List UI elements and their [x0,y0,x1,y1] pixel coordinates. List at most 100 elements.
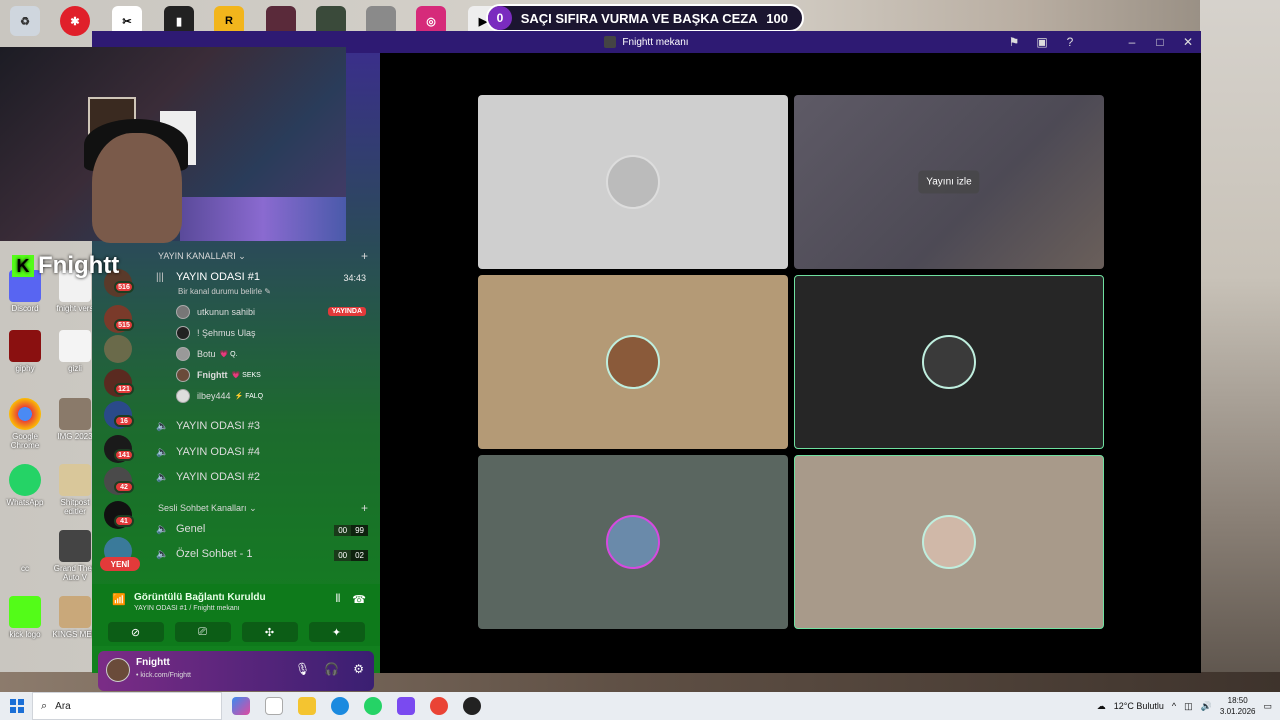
avatar [176,389,190,403]
chrome-desktop-icon[interactable]: Google Chrome [0,398,50,450]
screen-icon[interactable]: ▣ [1035,35,1049,49]
channel-status[interactable]: Bir kanal durumu belirle ✎ [178,287,271,296]
screen-share-button[interactable]: ⎚ [174,622,231,642]
member-item[interactable]: Botu 💗 Q. [176,347,238,361]
voice-count-a: 00 [334,525,352,536]
face [92,133,182,243]
video-tile-stream[interactable]: Yayını izle [794,95,1104,269]
member-name: Botu [197,349,216,359]
user-controls: 🎙 🎧 ⚙ [295,662,364,676]
flag-icon[interactable]: ⚑ [1007,35,1021,49]
obs-icon[interactable] [463,697,481,715]
clock-time: 18:50 [1227,696,1248,705]
add-channel-icon[interactable]: + [361,249,368,263]
category-stream-label: YAYIN KANALLARI [158,251,236,261]
channel-name: YAYIN ODASI #2 [176,471,260,483]
maximize-icon[interactable]: □ [1153,35,1167,49]
category-stream[interactable]: YAYIN KANALLARI ⌄ [158,251,246,262]
clock[interactable]: 18:50 3.01.2026 [1220,695,1256,717]
whatsapp-desktop-icon[interactable]: WhatsApp [0,464,50,507]
speaker-icon: 🔈 [156,548,169,560]
channel-item[interactable]: 🔈 YAYIN ODASI #2 [156,471,260,483]
banner-text: SAÇI SIFIRA VURMA VE BAŞKA CEZA [520,10,758,26]
speaker-icon: 🔈 [156,446,169,458]
server-avatar[interactable] [104,335,132,363]
window-title: Fnightt mekanı [622,36,689,48]
titlebar-controls: ⚑ ▣ ? – □ ✕ [1007,31,1195,53]
edge-icon[interactable] [331,697,349,715]
channel-timer: 34:43 [343,273,366,283]
gear-icon[interactable]: ⚙ [353,662,364,676]
kick-overlay-label: K Fnightt [12,252,119,280]
avatar [176,305,190,319]
network-icon[interactable]: ◫ [1184,701,1193,712]
voice-connection-panel: 📶 Görüntülü Bağlantı Kuruldu YAYIN ODASI… [92,584,380,646]
speaker-icon: 🔈 [156,471,169,483]
avatar [606,515,660,569]
weather-icon[interactable]: ☁ [1097,701,1106,712]
cc-desktop-icon[interactable]: cc [0,530,50,573]
speaker-icon: 🔈 [156,420,169,432]
copilot-icon[interactable] [232,697,250,715]
video-tile[interactable] [478,275,788,449]
category-voice[interactable]: Sesli Sohbet Kanalları ⌄ [158,503,257,514]
new-badge[interactable]: YENİ [100,557,140,571]
microphone-icon[interactable]: 🎙 [295,662,310,676]
folder-icon[interactable] [298,697,316,715]
video-tile[interactable] [478,95,788,269]
kick-desktop-icon[interactable]: kick logo [0,596,50,639]
volume-icon[interactable]: 🔊 [1201,701,1212,712]
server-badge: 516 [114,281,134,293]
notification-icon[interactable]: ▭ [1263,701,1272,712]
member-item[interactable]: utkunun sahibi [176,305,255,319]
weather-text[interactable]: 12°C Bulutlu [1114,701,1164,711]
signal-icon[interactable]: 📶 [112,593,126,606]
voice-count: 00 02 [334,550,368,561]
banner-left-value: 0 [488,6,512,30]
voice-status-subtitle[interactable]: YAYIN ODASI #1 / Fnightt mekanı [134,605,240,612]
member-item[interactable]: ilbey444 ⚡ FALQ [176,389,263,403]
video-tile[interactable] [478,455,788,629]
noise-suppression-icon[interactable]: ⫴ [336,593,341,606]
member-item[interactable]: Fnightt 💗 SEKS [176,368,261,382]
whatsapp-icon[interactable] [364,697,382,715]
headphones-icon[interactable]: 🎧 [324,662,339,676]
channel-active[interactable]: ||| YAYIN ODASI #1 [156,271,260,283]
voice-channel-item[interactable]: 🔈 Genel [156,523,205,535]
avatar[interactable] [106,658,130,682]
server-badge: 121 [114,383,134,395]
video-tile-speaking[interactable] [794,275,1104,449]
activities-button[interactable]: ✣ [241,622,298,642]
voice-count: 00 99 [334,525,368,536]
app-icon[interactable]: ✱ [60,6,90,36]
chrome-icon[interactable] [430,697,448,715]
category-voice-label: Sesli Sohbet Kanalları [158,503,247,513]
recycle-bin-icon[interactable]: ♻ [10,6,40,36]
store-icon[interactable] [265,697,283,715]
giphy-desktop-icon[interactable]: giphy [0,330,50,373]
start-button[interactable] [10,699,24,713]
chevron-up-icon[interactable]: ^ [1172,701,1176,711]
discord-icon[interactable] [397,697,415,715]
camera-off-button[interactable]: ⊘ [107,622,164,642]
member-item[interactable]: ! Şehmus Ulaş [176,326,256,340]
member-tag: 💗 SEKS [231,372,261,379]
voice-channel-item[interactable]: 🔈 Özel Sohbet - 1 [156,548,252,560]
server-badge: 16 [114,415,134,427]
minimize-icon[interactable]: – [1125,35,1139,49]
disconnect-icon[interactable]: ☎ [352,593,366,606]
member-name: utkunun sahibi [197,307,256,317]
close-icon[interactable]: ✕ [1181,35,1195,49]
channel-item[interactable]: 🔈 YAYIN ODASI #3 [156,420,260,432]
search-box[interactable]: ⌕ Ara [32,692,222,720]
speaker-icon: 🔈 [156,523,169,535]
channel-item[interactable]: 🔈 YAYIN ODASI #4 [156,446,260,458]
search-placeholder: Ara [55,700,71,712]
help-icon[interactable]: ? [1063,35,1077,49]
watch-stream-button[interactable]: Yayını izle [918,170,980,194]
server-badge: 141 [114,449,134,461]
video-tile-speaking[interactable] [794,455,1104,629]
add-voice-channel-icon[interactable]: + [361,501,368,515]
soundboard-button[interactable]: ✦ [308,622,365,642]
channel-name: Özel Sohbet - 1 [176,548,253,560]
